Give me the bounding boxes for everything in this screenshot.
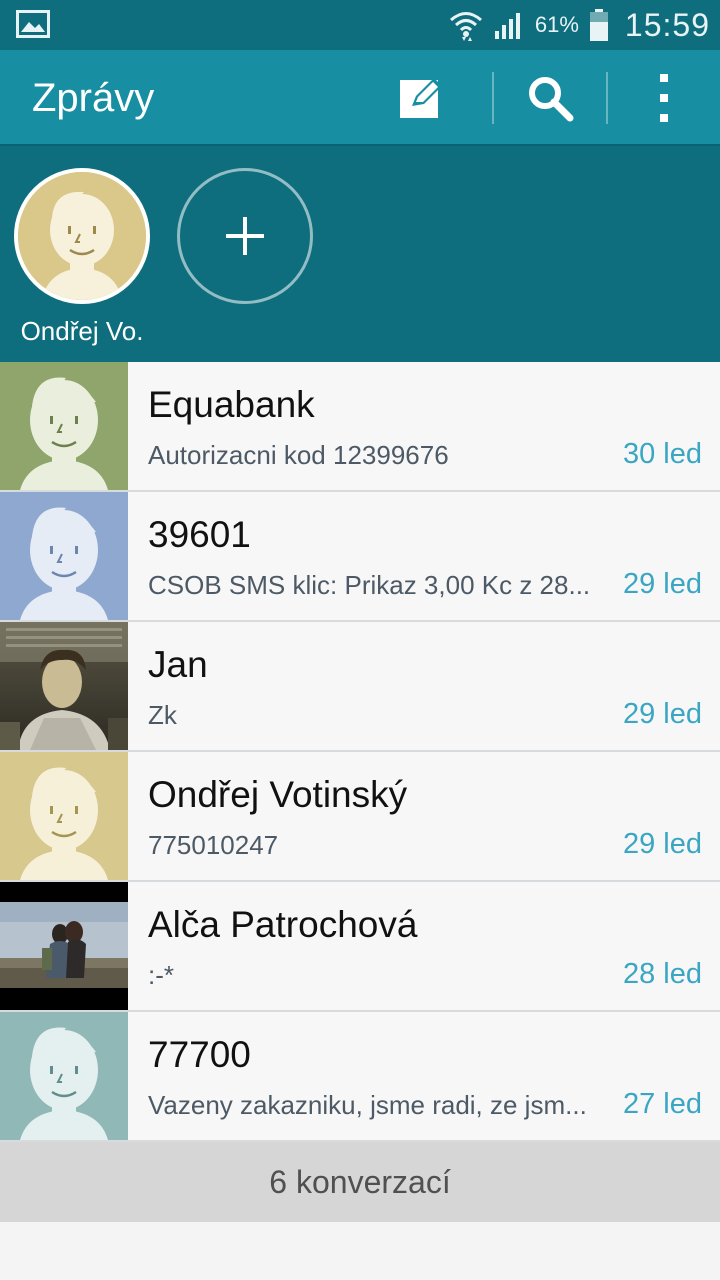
- more-vert-icon: [660, 74, 668, 122]
- add-favorite-button[interactable]: [177, 168, 313, 304]
- conversation-date: 28 led: [622, 958, 702, 990]
- action-bar: Zprávy: [0, 50, 720, 146]
- conversation-count: 6 konverzací: [0, 1142, 720, 1222]
- conversation-item[interactable]: Alča Patrochová :-* 28 led: [0, 882, 720, 1012]
- search-icon: [529, 77, 574, 122]
- default-avatar-icon: [0, 362, 128, 490]
- signal-icon: [494, 13, 520, 39]
- page-title: Zprávy: [32, 76, 155, 120]
- conversation-preview: 775010247: [148, 830, 279, 860]
- contact-photo: [0, 882, 128, 1010]
- favorite-contact-name: Ondřej Vo.: [20, 316, 144, 346]
- conversation-preview: :-*: [148, 960, 174, 990]
- status-time: 15:59: [624, 6, 710, 43]
- wifi-icon: [449, 12, 482, 41]
- default-avatar-icon: [0, 492, 128, 620]
- compose-button[interactable]: [381, 66, 461, 130]
- conversation-date: 30 led: [622, 438, 702, 470]
- battery-icon: [589, 9, 608, 41]
- conversation-preview: CSOB SMS klic: Prikaz 3,00 Kc z 28...: [148, 570, 591, 600]
- conversation-date: 29 led: [622, 698, 702, 730]
- conversation-name: Alča Patrochová: [148, 904, 418, 945]
- conversation-preview: Vazeny zakazniku, jsme radi, ze jsm...: [148, 1090, 587, 1120]
- empty-area: [0, 1222, 720, 1280]
- default-avatar-icon: [0, 752, 128, 880]
- toolbar-divider: [606, 72, 608, 124]
- conversation-list: Equabank Autorizacni kod 12399676 30 led…: [0, 362, 720, 1142]
- plus-icon: [226, 217, 264, 255]
- favorite-contact[interactable]: Ondřej Vo.: [14, 168, 150, 346]
- conversation-preview: Autorizacni kod 12399676: [148, 440, 449, 470]
- conversation-name: 39601: [148, 514, 251, 555]
- default-avatar-icon: [14, 168, 150, 304]
- more-options-button[interactable]: [624, 66, 704, 130]
- conversation-name: Ondřej Votinský: [148, 774, 408, 815]
- conversation-date: 27 led: [622, 1088, 702, 1120]
- conversation-item[interactable]: Ondřej Votinský 775010247 29 led: [0, 752, 720, 882]
- conversation-date: 29 led: [622, 828, 702, 860]
- conversation-name: Jan: [148, 644, 208, 685]
- battery-percentage: 61%: [534, 12, 579, 37]
- conversation-date: 29 led: [622, 568, 702, 600]
- conversation-preview: Zk: [148, 700, 177, 730]
- search-button[interactable]: [510, 66, 590, 130]
- status-bar: 61% 15:59: [0, 0, 720, 50]
- contact-photo: [0, 622, 128, 750]
- conversation-item[interactable]: Equabank Autorizacni kod 12399676 30 led: [0, 362, 720, 492]
- conversation-item[interactable]: 39601 CSOB SMS klic: Prikaz 3,00 Kc z 28…: [0, 492, 720, 622]
- default-avatar-icon: [0, 1012, 128, 1140]
- toolbar-divider: [492, 72, 494, 124]
- favorites-bar: Ondřej Vo.: [0, 146, 720, 362]
- conversation-name: Equabank: [148, 384, 315, 425]
- image-notification-icon: [16, 10, 50, 38]
- conversation-name: 77700: [148, 1034, 251, 1075]
- conversation-item[interactable]: 77700 Vazeny zakazniku, jsme radi, ze js…: [0, 1012, 720, 1142]
- compose-icon: [400, 78, 442, 118]
- conversation-item[interactable]: Jan Zk 29 led: [0, 622, 720, 752]
